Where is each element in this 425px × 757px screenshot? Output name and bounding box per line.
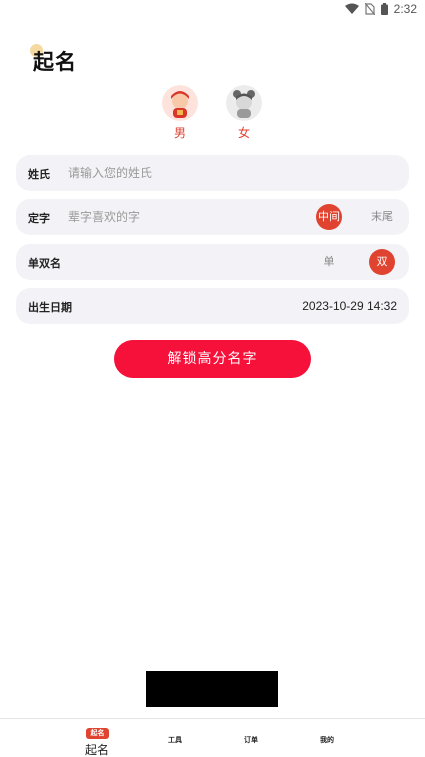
status-icons: 2:32 (344, 2, 417, 16)
single-name-button[interactable]: 单 (316, 249, 342, 275)
double-name-button[interactable]: 双 (369, 249, 395, 275)
status-time: 2:32 (393, 2, 417, 16)
tab-naming-badge-icon: 起名 (86, 728, 109, 739)
gender-female-label: 女 (237, 126, 250, 140)
boy-avatar-icon (162, 85, 198, 121)
tab-orders-label: 订单 (244, 736, 258, 744)
gender-female-option[interactable]: 女 (224, 85, 264, 141)
surname-label: 姓氏 (28, 168, 50, 181)
surname-row: 姓氏 (16, 155, 409, 191)
girl-avatar-icon (226, 85, 262, 121)
ad-placeholder (146, 671, 278, 707)
gender-male-label: 男 (173, 126, 186, 140)
tab-naming[interactable]: 起名 起名 (67, 719, 127, 757)
tab-tools-label: 工具 (168, 736, 182, 744)
tab-mine-label: 我的 (320, 736, 334, 744)
unlock-high-score-names-button[interactable]: 解锁高分名字 (114, 340, 311, 378)
fixed-char-input[interactable] (68, 207, 298, 227)
surname-input[interactable] (68, 163, 308, 183)
single-double-label: 单双名 (28, 257, 61, 270)
wifi-icon (344, 3, 359, 14)
status-bar: 2:32 (0, 0, 425, 20)
tab-tools[interactable]: 工具 (145, 719, 205, 757)
tab-naming-label: 起名 (84, 743, 109, 757)
position-middle-button[interactable]: 中间 (316, 204, 342, 230)
battery-icon (380, 3, 388, 15)
tab-mine[interactable]: 我的 (297, 719, 357, 757)
single-double-row: 单双名 单 双 (16, 244, 409, 280)
fixed-char-label: 定字 (28, 212, 50, 225)
no-sim-icon (364, 3, 375, 15)
birth-date-label: 出生日期 (28, 301, 72, 314)
gender-male-option[interactable]: 男 (160, 85, 200, 141)
birth-date-row[interactable]: 出生日期 2023-10-29 14:32 (16, 288, 409, 324)
tab-orders[interactable]: 订单 (221, 719, 281, 757)
position-end-button[interactable]: 末尾 (369, 204, 395, 230)
fixed-char-row: 定字 中间 末尾 (16, 199, 409, 235)
bottom-tab-bar: 起名 起名 工具 订单 我的 (0, 718, 425, 757)
birth-date-value[interactable]: 2023-10-29 14:32 (302, 299, 397, 313)
page-title: 起名 (33, 49, 77, 74)
